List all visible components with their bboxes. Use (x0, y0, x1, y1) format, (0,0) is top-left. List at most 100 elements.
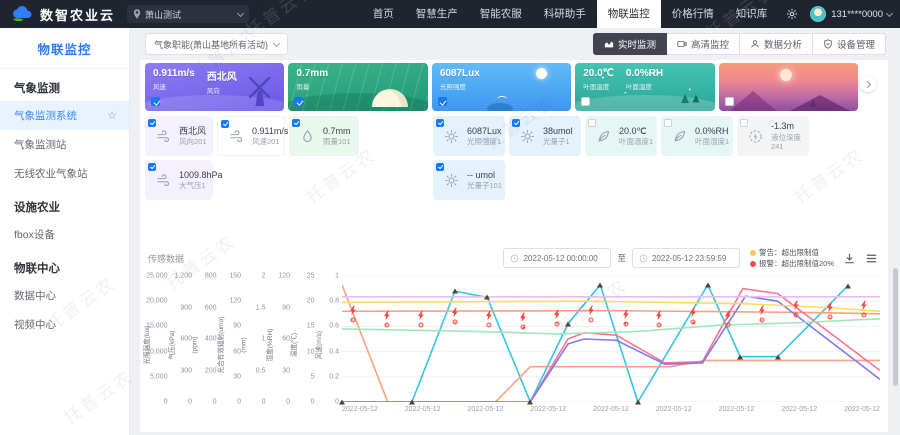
card-checkbox[interactable] (294, 97, 303, 106)
chart-title: 传感数据 (148, 252, 184, 265)
date-from-input[interactable]: 2022-05-12 00:00:00 (503, 248, 611, 268)
chip-checkbox[interactable] (148, 163, 156, 171)
chevron-down-icon (273, 39, 280, 46)
sidebar-item-label: 视频中心 (14, 317, 56, 332)
chip-text: 1009.8hPa大气压1 (179, 170, 223, 191)
nav-item[interactable]: 智能农服 (469, 0, 533, 28)
carousel-next-button[interactable] (860, 76, 876, 92)
clock-icon (639, 254, 648, 263)
chip-checkbox[interactable] (292, 119, 300, 127)
x-axis-label: 2022-05-12 (656, 406, 692, 413)
chip-text: 西北风风向201 (179, 126, 207, 147)
avatar[interactable] (810, 6, 826, 22)
sidebar-item[interactable]: 视频中心 (0, 310, 129, 339)
date-to-input[interactable]: 2022-05-12 23:59:59 (632, 248, 740, 268)
sidebar-item[interactable]: fbox设备 (0, 220, 129, 249)
weather-card[interactable]: 20.0℃叶面温度0.0%RH叶面湿度 (575, 63, 714, 111)
card-checkbox[interactable] (151, 97, 160, 106)
toolbar-button[interactable]: 设备管理 (812, 33, 886, 55)
chip-icon-wrap (444, 129, 459, 144)
chart-header: 传感数据 2022-05-12 00:00:00 至 2022-05-12 23… (148, 246, 878, 270)
location-select[interactable]: 萧山测试 (127, 5, 249, 23)
y-axis-title: 光合有效辐射(umo) (215, 317, 225, 374)
list-view-button[interactable] (865, 252, 878, 265)
sensor-chip[interactable]: 0.0%RH叶面湿度1 (661, 116, 733, 156)
sensor-chip[interactable]: 0.7mm雨量101 (289, 116, 359, 156)
sensor-chip[interactable]: 西北风风向201 (145, 116, 213, 156)
chip-label: 风向201 (179, 137, 207, 146)
y-axis-tick: 90 (282, 304, 290, 311)
sensor-chip[interactable]: 0.911m/s风速201 (217, 116, 285, 156)
sensor-chip[interactable]: 6087Lux光照强度1 (433, 116, 505, 156)
card-checkbox[interactable] (438, 97, 447, 106)
y-axis-tick: 90 (233, 323, 241, 330)
nav-list: 首页智慧生产智能农服科研助手物联监控价格行情知识库 (362, 0, 779, 28)
chip-icon-wrap (444, 173, 459, 188)
metric-label: 雨量 (296, 81, 328, 91)
user-menu-chevron-icon[interactable] (886, 9, 893, 16)
card-metric: 西北风风向 (207, 68, 237, 95)
y-axis-tick: 15,000 (146, 323, 167, 330)
metric-label: 风速 (153, 81, 195, 91)
sensor-chip[interactable]: 20.0℃叶面温度1 (585, 116, 657, 156)
chip-checkbox[interactable] (664, 119, 672, 127)
x-axis-label: 2022-05-12 (844, 406, 880, 413)
chip-label: 光量子1 (543, 137, 573, 146)
toolbar-button[interactable]: 数据分析 (739, 33, 813, 55)
sensor-chip[interactable]: -- umol光量子101 (433, 160, 505, 200)
card-metric: 0.7mm雨量 (296, 68, 328, 91)
card-checkbox[interactable] (725, 97, 734, 106)
station-select[interactable]: 气象职能(萧山基地所有活动) (145, 33, 288, 55)
sidebar-item[interactable]: 无线农业气象站 (0, 159, 129, 188)
card-decoration (810, 99, 816, 107)
nav-item[interactable]: 物联监控 (597, 0, 661, 28)
settings-button[interactable] (778, 0, 806, 28)
x-axis-label: 2022-05-12 (530, 406, 566, 413)
chip-checkbox[interactable] (436, 119, 444, 127)
card-decoration (727, 91, 779, 111)
user-name[interactable]: 131****0000 (831, 9, 883, 20)
chip-checkbox[interactable] (512, 119, 520, 127)
sidebar-item[interactable]: 气象监测站 (0, 130, 129, 159)
chip-checkbox[interactable] (148, 119, 156, 127)
sensor-chip-row-2: 1009.8hPa大气压1 -- umol光量子101 (140, 160, 888, 200)
nav-item[interactable]: 知识库 (725, 0, 779, 28)
card-decoration (497, 96, 507, 102)
weather-card[interactable]: 6087Lux光照强度 (432, 63, 571, 111)
chip-label: 叶面温度1 (619, 137, 653, 146)
nav-item[interactable]: 价格行情 (661, 0, 725, 28)
triangle-marker (527, 400, 533, 405)
sidebar-item-label: 气象监测站 (14, 137, 67, 152)
sidebar-item[interactable]: 气象监测系统☆ (0, 101, 129, 130)
chip-checkbox[interactable] (740, 119, 748, 127)
nav-item[interactable]: 科研助手 (533, 0, 597, 28)
app-title: 数智农业云 (40, 5, 115, 24)
sensor-chip[interactable]: -1.3m液位深度241 (737, 116, 809, 156)
y-axis-tick: 0 (213, 399, 217, 406)
y-axis-tick: 0.4 (329, 348, 339, 355)
chip-checkbox[interactable] (588, 119, 596, 127)
chip-label: 风速201 (252, 137, 288, 146)
card-metrics: 0.911m/s风速西北风风向 (153, 68, 237, 95)
nav-item[interactable]: 首页 (362, 0, 405, 28)
card-checkbox[interactable] (581, 97, 590, 106)
weather-card[interactable] (719, 63, 858, 111)
location-pin-icon (133, 9, 141, 19)
sensor-chip[interactable]: 1009.8hPa大气压1 (145, 160, 213, 200)
sensor-chip[interactable]: 38umol光量子1 (509, 116, 581, 156)
toolbar-button[interactable]: 高清监控 (666, 33, 740, 55)
triangle-marker (775, 354, 781, 359)
scrollbar-thumb[interactable] (893, 268, 898, 386)
chip-checkbox[interactable] (436, 163, 444, 171)
nav-item[interactable]: 智慧生产 (405, 0, 469, 28)
weather-card[interactable]: 0.7mm雨量 (288, 63, 427, 111)
toolbar-button-group: 实时监测高清监控数据分析设备管理 (594, 33, 886, 55)
chip-checkbox[interactable] (221, 120, 229, 128)
star-icon[interactable]: ☆ (107, 109, 117, 122)
toolbar-button[interactable]: 实时监测 (593, 33, 667, 55)
download-button[interactable] (843, 252, 856, 265)
sidebar-item[interactable]: 数据中心 (0, 281, 129, 310)
weather-card[interactable]: 0.911m/s风速西北风风向 (145, 63, 284, 111)
y-axis-tick: 15 (307, 323, 315, 330)
metric-label: 风向 (207, 85, 237, 95)
